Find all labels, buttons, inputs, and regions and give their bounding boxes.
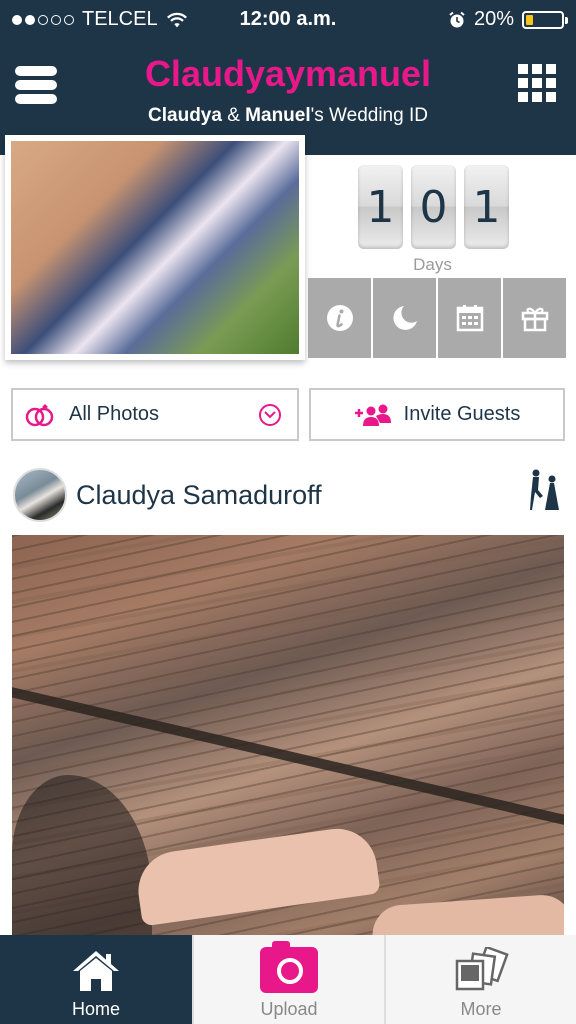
status-bar: TELCEL 12:00 a.m. 20%	[0, 0, 576, 40]
gift-icon	[521, 307, 548, 332]
post-photo[interactable]	[12, 535, 564, 935]
calendar-icon	[456, 305, 483, 332]
info-icon	[326, 305, 353, 331]
chevron-down-icon	[259, 403, 281, 426]
countdown-digit: 1	[358, 165, 403, 249]
days-countdown: 1 0 1	[358, 165, 509, 249]
alarm-icon	[449, 11, 465, 27]
grid-menu-button[interactable]	[518, 64, 556, 102]
proposal-couple-icon	[530, 469, 559, 510]
gift-registry-button[interactable]	[503, 278, 566, 358]
info-button[interactable]	[308, 278, 371, 358]
battery-percent: 20%	[473, 8, 514, 30]
tab-home-label: Home	[71, 999, 120, 1019]
countdown-digit: 1	[464, 165, 509, 249]
photos-stack-icon	[455, 947, 509, 991]
header-bar: TELCEL 12:00 a.m. 20% Claudyaymanuel Cla…	[0, 0, 576, 155]
wedding-app-screen: TELCEL 12:00 a.m. 20% Claudyaymanuel Cla…	[0, 0, 576, 1024]
tab-more[interactable]: More	[384, 935, 576, 1024]
quick-actions	[308, 278, 566, 358]
invite-guests-label: Invite Guests	[403, 403, 521, 425]
tab-upload[interactable]: Upload	[192, 935, 384, 1024]
honeymoon-button[interactable]	[373, 278, 436, 358]
countdown-digit: 0	[411, 165, 456, 249]
all-photos-dropdown[interactable]: All Photos	[11, 388, 299, 441]
add-group-icon	[354, 404, 391, 426]
tab-more-label: More	[460, 999, 502, 1019]
calendar-button[interactable]	[438, 278, 501, 358]
invite-guests-button[interactable]: Invite Guests	[309, 388, 565, 441]
wedding-id-subtitle: Claudya & Manuel's Wedding ID	[148, 105, 428, 126]
tab-upload-label: Upload	[260, 999, 318, 1019]
rings-icon	[25, 403, 54, 426]
page-title: Claudyaymanuel	[144, 53, 432, 94]
avatar[interactable]	[13, 468, 67, 522]
home-icon	[73, 951, 119, 991]
couple-profile-photo[interactable]	[5, 135, 305, 360]
all-photos-label: All Photos	[69, 403, 160, 425]
moon-icon	[392, 306, 417, 330]
camera-icon	[260, 941, 318, 993]
tab-home[interactable]: Home	[0, 935, 192, 1024]
days-label: Days	[413, 255, 452, 274]
battery-icon	[522, 10, 568, 29]
post-author-name[interactable]: Claudya Samaduroff	[76, 480, 322, 511]
bottom-tab-bar: Home Upload More	[0, 935, 576, 1024]
